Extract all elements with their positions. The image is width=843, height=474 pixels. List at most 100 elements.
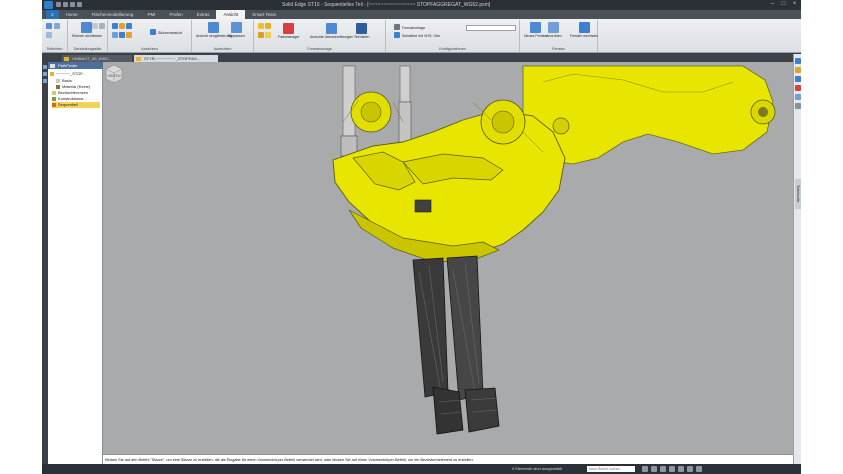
tab-tools[interactable]: Extras bbox=[190, 10, 217, 19]
style-icon[interactable] bbox=[265, 32, 271, 38]
view-icon[interactable] bbox=[126, 23, 132, 29]
style-icon[interactable] bbox=[92, 23, 98, 29]
shading-dropdown[interactable]: Schattiert mit VHS, Obe bbox=[394, 32, 440, 38]
document-tab-active[interactable]: STYR-~~~~~~~~ _STOPFAG... bbox=[134, 55, 218, 62]
minimize-icon[interactable]: – bbox=[768, 1, 777, 8]
pathfinder-tab-icon[interactable] bbox=[43, 65, 47, 69]
selection-count: 0 Elemente sind ausgewählt bbox=[512, 466, 563, 471]
status-bar: 0 Elemente sind ausgewählt Nach Befehl s… bbox=[42, 464, 801, 474]
view-icon[interactable] bbox=[119, 23, 125, 29]
dock-icon[interactable] bbox=[795, 103, 801, 109]
file-menu-icon[interactable]: ≡ bbox=[46, 10, 59, 19]
open-icon[interactable] bbox=[77, 2, 82, 7]
view-icon[interactable] bbox=[126, 32, 132, 38]
app-logo-icon[interactable] bbox=[44, 1, 53, 9]
switch-window-button[interactable]: Fenster wechseln bbox=[570, 22, 598, 38]
style-icon[interactable] bbox=[99, 23, 105, 29]
pane-icon[interactable] bbox=[46, 23, 52, 29]
pane-icon[interactable] bbox=[46, 32, 52, 38]
tree-item-selected[interactable]: Sequentiell bbox=[52, 102, 100, 108]
dock-icon[interactable] bbox=[795, 76, 801, 82]
part-icon bbox=[136, 56, 141, 61]
dock-icon[interactable] bbox=[795, 94, 801, 100]
settings-icon[interactable] bbox=[696, 466, 702, 472]
status-tools bbox=[642, 466, 702, 472]
arrange-button[interactable]: Anordnen bbox=[546, 22, 562, 38]
ribbon-group-window: Neues Fenster Anordnen Fenster wechseln … bbox=[520, 20, 598, 52]
new-window-button[interactable]: Neues Fenster bbox=[524, 22, 548, 38]
switch-window-icon bbox=[578, 22, 590, 33]
fit-icon[interactable] bbox=[669, 466, 675, 472]
group-label: Ansichten bbox=[141, 47, 158, 51]
right-pivot-hub bbox=[491, 110, 515, 134]
part-icon bbox=[50, 71, 54, 76]
configuration-select[interactable] bbox=[466, 25, 516, 31]
pathfinder-header: PathFinder bbox=[48, 62, 103, 69]
graphics-viewport[interactable]: HINTEN bbox=[103, 62, 793, 454]
reference-icon bbox=[52, 90, 56, 95]
construction-icon bbox=[52, 96, 56, 101]
dock-icon[interactable] bbox=[795, 58, 801, 64]
library-tab-icon[interactable] bbox=[43, 79, 47, 83]
style-icon[interactable] bbox=[258, 32, 264, 38]
tine-blade bbox=[464, 387, 500, 433]
dock-icon[interactable] bbox=[795, 67, 801, 73]
dock-icon[interactable] bbox=[795, 85, 801, 91]
view-cube[interactable]: HINTEN bbox=[103, 62, 125, 84]
dark-bolt bbox=[414, 199, 432, 213]
group-label: Teileinfen bbox=[46, 47, 63, 51]
side-bolt bbox=[552, 117, 570, 135]
fit-button[interactable]: Einpassen bbox=[228, 22, 245, 38]
command-search-input[interactable]: Nach Befehl suchen bbox=[587, 466, 635, 472]
save-icon[interactable] bbox=[56, 2, 61, 7]
document-tab[interactable]: UNIBAGT_89_KWS... bbox=[62, 55, 132, 62]
rotate-icon[interactable] bbox=[660, 466, 666, 472]
cad-model-render bbox=[332, 65, 776, 435]
tab-pmi[interactable]: PMI bbox=[140, 10, 162, 19]
tree-item[interactable]: ~~~~~~_STOF... bbox=[50, 71, 86, 77]
pan-icon[interactable] bbox=[651, 466, 657, 472]
ribbon-group-views: Skizzenansicht Ansichten bbox=[108, 20, 192, 52]
view-icon[interactable] bbox=[678, 466, 684, 472]
ribbon-group-configurations: Formatvorlage Schattiert mit VHS, Obe Ko… bbox=[386, 20, 520, 52]
right-dock: Teilefamilie bbox=[793, 54, 801, 474]
view-icon[interactable] bbox=[112, 32, 118, 38]
pane-icon[interactable] bbox=[54, 23, 60, 29]
pathfinder-icon bbox=[50, 63, 55, 68]
pathfinder-panel: PathFinder ~~~~~~_STOF... Basis Material… bbox=[42, 62, 103, 474]
style-icon[interactable] bbox=[265, 23, 271, 29]
group-label: Formatvorlage bbox=[307, 47, 332, 51]
ribbon-group-orient: Ansicht neugliederung Einpassen Ausricht… bbox=[192, 20, 254, 52]
ribbon-group-style: Farbmanager Ansichts überschreibungen Te… bbox=[254, 20, 386, 52]
shading-icon[interactable] bbox=[687, 466, 693, 472]
tab-home[interactable]: Home bbox=[59, 10, 85, 19]
tab-smart-team[interactable]: Smart Team bbox=[245, 10, 283, 19]
document-tabs: UNIBAGT_89_KWS... STYR-~~~~~~~~ _STOPFAG… bbox=[42, 54, 801, 62]
tab-view[interactable]: Ansicht bbox=[216, 10, 246, 19]
part-family-tab[interactable]: Teilefamilie bbox=[795, 179, 801, 209]
redo-icon[interactable] bbox=[70, 2, 75, 7]
shaded-icon bbox=[394, 32, 400, 38]
maximize-icon[interactable]: □ bbox=[779, 1, 788, 8]
undo-icon[interactable] bbox=[63, 2, 68, 7]
window-title: Solid Edge ST10 - Sequentielles Teil - [… bbox=[282, 2, 491, 8]
layers-tab-icon[interactable] bbox=[43, 72, 47, 76]
style-template-button[interactable]: Formatvorlage bbox=[394, 24, 425, 30]
color-manager-button[interactable]: Farbmanager bbox=[278, 23, 300, 39]
zoom-icon[interactable] bbox=[642, 466, 648, 472]
view-reorganize-button[interactable]: Ansicht neugliederung bbox=[196, 22, 232, 38]
view-overrides-button[interactable]: Ansichts überschreibungen bbox=[310, 23, 353, 39]
tab-surfacing[interactable]: Flächenmodellierung bbox=[85, 10, 141, 19]
close-icon[interactable]: × bbox=[790, 1, 799, 8]
part-paint-button[interactable]: Teil fatten bbox=[354, 23, 369, 39]
view-icon[interactable] bbox=[119, 32, 125, 38]
tab-inspect[interactable]: Prüfen bbox=[162, 10, 189, 19]
panel-sidebar bbox=[42, 62, 48, 474]
view-icon[interactable] bbox=[112, 23, 118, 29]
hydraulic-rod bbox=[342, 65, 356, 137]
ribbon: Teileinfen Ebenen sichtbaren Darstellung… bbox=[42, 19, 801, 53]
new-window-icon bbox=[530, 22, 542, 33]
style-icon[interactable] bbox=[258, 23, 264, 29]
main-housing bbox=[332, 109, 566, 259]
sketch-view-button[interactable]: Skizzenansicht bbox=[150, 29, 182, 35]
